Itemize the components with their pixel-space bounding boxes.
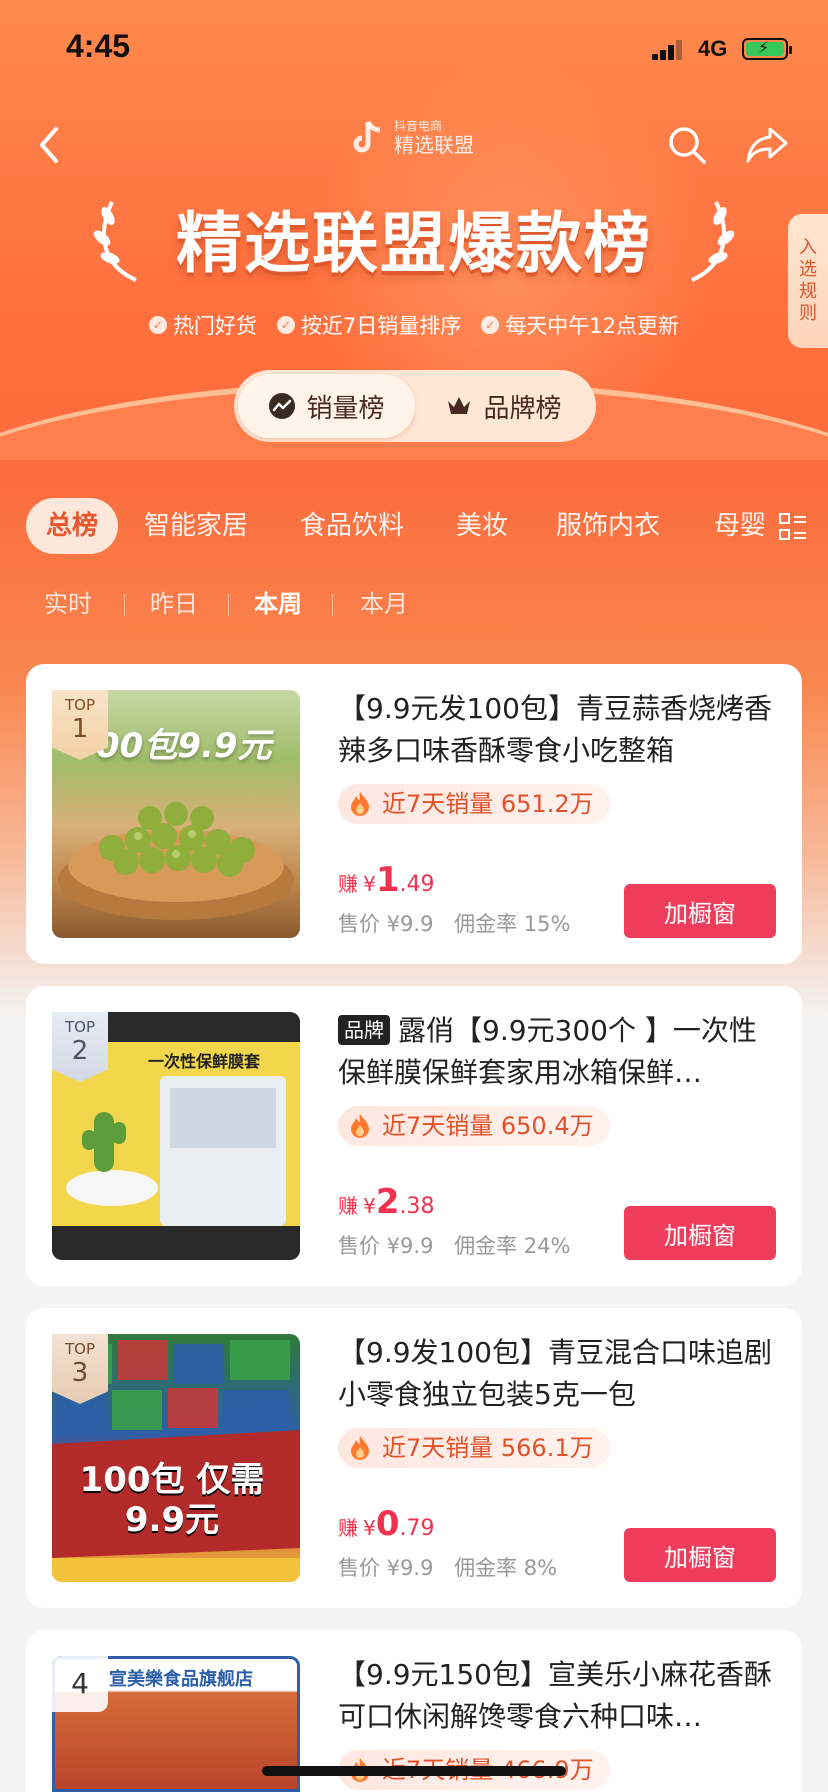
product-card[interactable]: 00包9.9元 TOP 1 【9.9元发100包】青豆蒜香烧烤香辣多口味香酥零食… [26,664,802,964]
flame-icon [351,1436,369,1460]
page-title: 精选联盟爆款榜 [176,205,652,282]
add-to-showcase-button[interactable]: 加橱窗 [624,1528,776,1582]
brand-small-text: 抖音电商 [394,119,443,133]
earn-amount: 赚 ¥1.49 [338,860,435,900]
status-time: 4:45 [66,28,131,64]
product-meta: 售价 ¥9.9 佣金率 8% [338,1552,571,1582]
back-icon[interactable] [26,122,72,168]
rank-badge: TOP 3 [52,1334,108,1404]
product-card[interactable]: 100包 仅需9.9元 TOP 3 【9.9发100包】青豆混合口味追剧小零食独… [26,1308,802,1608]
category-tab[interactable]: 智能家居 [144,498,248,554]
sales-badge: 近7天销量 651.2万 [338,784,610,824]
tab-brand-rank[interactable]: 品牌榜 [415,374,592,438]
flame-icon [351,792,369,816]
product-image-caption: 00包9.9元 [96,726,272,766]
network-type: 4G [698,36,728,61]
add-to-showcase-button[interactable]: 加橱窗 [624,884,776,938]
product-price: 售价 ¥9.9 [338,1234,434,1258]
share-icon[interactable] [744,122,790,168]
signal-icon [652,40,682,60]
product-meta: 售价 ¥9.9 佣金率 15% [338,908,584,938]
nav-bar: 抖音电商 精选联盟 [0,110,828,180]
product-image-caption: 100包 仅需9.9元 [79,1460,265,1540]
earn-amount: 赚 ¥2.38 [338,1182,435,1222]
category-tab[interactable]: 服饰内衣 [556,498,660,554]
period-tab[interactable]: 实时 [44,584,92,624]
product-price: 售价 ¥9.9 [338,1556,434,1580]
commission-rate: 佣金率 15% [454,912,571,936]
battery-icon: ⚡ [742,38,792,60]
add-to-showcase-button[interactable]: 加橱窗 [624,1206,776,1260]
feature-item: ✓ 热门好货 [148,310,257,340]
commission-rate: 佣金率 24% [454,1234,571,1258]
sales-badge: 近7天销量 650.4万 [338,1106,610,1146]
feature-list: ✓ 热门好货 ✓ 按近7日销量排序 ✓ 每天中午12点更新 [0,310,828,340]
product-title[interactable]: 【9.9元发100包】青豆蒜香烧烤香辣多口味香酥零食小吃整箱 [338,688,778,772]
category-tab[interactable]: 母婴 [714,498,764,554]
rank-badge: TOP 1 [52,690,108,760]
feature-item: ✓ 每天中午12点更新 [481,310,679,340]
category-tab[interactable]: 总榜 [26,498,119,554]
product-title[interactable]: 品牌 露俏【9.9元300个 】一次性保鲜膜保鲜套家用冰箱保鲜… [338,1010,778,1094]
commission-rate: 佣金率 8% [454,1556,558,1580]
period-tab[interactable]: 本月 [360,584,408,624]
category-tab[interactable]: 美妆 [456,498,508,554]
category-tabs: 总榜 智能家居 食品饮料 美妆 服饰内衣 母婴 [0,498,828,558]
brand-logo: 抖音电商 精选联盟 [350,118,474,158]
check-icon: ✓ [148,316,167,334]
tab-sales-rank[interactable]: 销量榜 [238,374,415,438]
home-indicator[interactable] [262,1766,566,1776]
check-icon: ✓ [481,316,500,334]
product-title[interactable]: 【9.9元150包】宣美乐小麻花香酥可口休闲解馋零食六种口味… [338,1654,778,1738]
product-title[interactable]: 【9.9发100包】青豆混合口味追剧小零食独立包装5克一包 [338,1332,778,1416]
douyin-logo-icon [353,120,381,153]
feature-item: ✓ 按近7日销量排序 [276,310,461,340]
rank-badge: TOP 2 [52,1012,108,1082]
brand-name: 精选联盟 [394,133,474,157]
trend-icon [269,393,296,419]
product-image-caption: 宣美樂食品旗舰店 [109,1669,253,1690]
sales-badge: 近7天销量 566.1万 [338,1428,610,1468]
rank-badge: 4 [52,1656,108,1712]
period-tab[interactable]: 本周 [254,584,302,624]
check-icon: ✓ [276,316,295,334]
period-tabs: 实时 昨日 本周 本月 [0,584,828,624]
period-tab[interactable]: 昨日 [150,584,198,624]
product-price: 售价 ¥9.9 [338,912,434,936]
category-tab[interactable]: 食品饮料 [300,498,404,554]
status-bar: 4:45 4G ⚡ [0,0,828,100]
product-meta: 售价 ¥9.9 佣金率 24% [338,1230,584,1260]
category-grid-icon[interactable] [778,512,808,542]
product-card[interactable]: 一次性保鲜膜套 TOP 2 品牌 露俏【9.9元300个 】一次性保鲜膜保鲜套家用… [26,986,802,1286]
flame-icon [351,1114,369,1138]
rank-switch: 销量榜 品牌榜 [234,370,596,442]
search-icon[interactable] [664,122,710,168]
brand-tag: 品牌 [338,1015,390,1045]
crown-icon [448,397,471,414]
earn-amount: 赚 ¥0.79 [338,1504,435,1544]
